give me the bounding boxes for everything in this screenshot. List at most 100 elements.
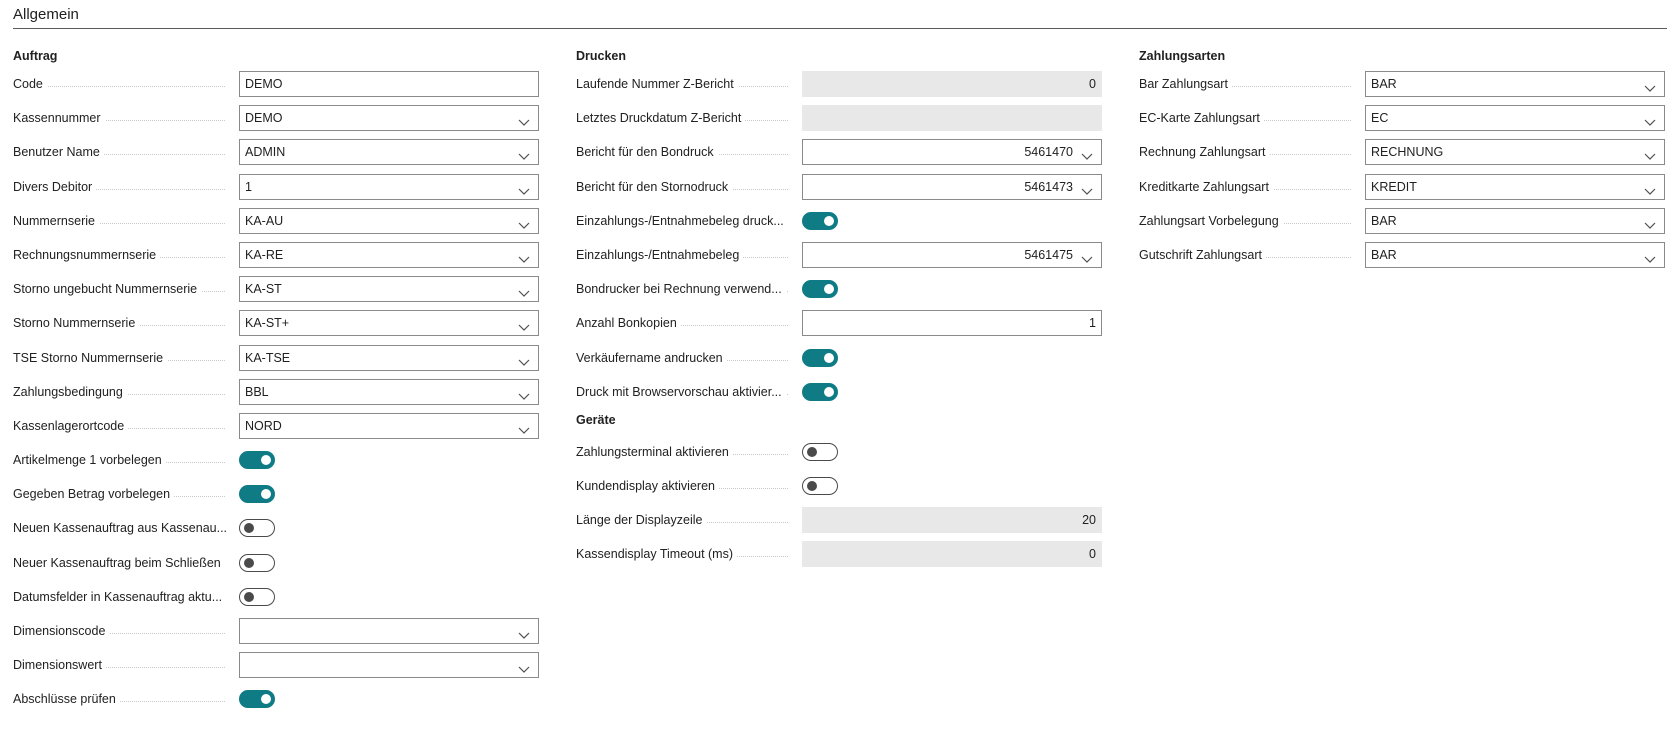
field-label[interactable]: Einzahlungs-/Entnahmebeleg: [576, 246, 798, 264]
gegeben-betrag-vorbelegen-toggle[interactable]: [239, 485, 275, 504]
field-label[interactable]: Zahlungsart Vorbelegung: [1139, 212, 1361, 230]
druck-mit-browservorschau-aktivier-toggle[interactable]: [802, 382, 838, 401]
chevron-down-icon[interactable]: [518, 249, 530, 263]
chevron-down-icon[interactable]: [518, 146, 530, 161]
kassenlagerortcode-select[interactable]: NORD: [239, 412, 539, 439]
bericht-fuer-den-bondruck-select[interactable]: 5461470: [802, 139, 1102, 166]
group-title-auftrag[interactable]: Auftrag: [13, 46, 57, 66]
field-label[interactable]: Storno ungebucht Nummernserie: [13, 280, 235, 298]
chevron-down-icon[interactable]: [518, 215, 530, 229]
chevron-down-icon[interactable]: [1644, 215, 1656, 229]
divers-debitor-select[interactable]: 1: [239, 173, 539, 200]
rechnungsnummernserie-select[interactable]: KA-RE: [239, 241, 539, 268]
chevron-down-icon[interactable]: [1644, 181, 1656, 195]
field-label[interactable]: Gegeben Betrag vorbelegen: [13, 485, 235, 503]
field-label[interactable]: Dimensionscode: [13, 622, 235, 640]
section-title[interactable]: Allgemein: [13, 6, 79, 23]
chevron-down-icon[interactable]: [1081, 181, 1093, 195]
nummernserie-select[interactable]: KA-AU: [239, 207, 539, 234]
bar-zahlungsart-select[interactable]: BAR: [1365, 71, 1665, 97]
field-label[interactable]: Kassenlagerortcode: [13, 417, 235, 435]
bericht-fuer-den-stornodruck-select[interactable]: 5461473: [802, 173, 1102, 200]
chevron-down-icon[interactable]: [518, 420, 530, 434]
chevron-down-icon[interactable]: [1644, 112, 1656, 127]
field-label[interactable]: Druck mit Browservorschau aktivier...: [576, 383, 798, 401]
artikelmenge-1-vorbelegen-toggle[interactable]: [239, 451, 275, 470]
field-label[interactable]: Zahlungsterminal aktivieren: [576, 443, 798, 461]
field-label[interactable]: Bondrucker bei Rechnung verwend...: [576, 280, 798, 298]
kassennummer-select[interactable]: DEMO: [239, 105, 539, 132]
kreditkarte-zahlungsart-select[interactable]: KREDIT: [1365, 173, 1665, 200]
field-label[interactable]: Letztes Druckdatum Z-Bericht: [576, 109, 798, 127]
field-label[interactable]: Einzahlungs-/Entnahmebeleg druck...: [576, 212, 798, 230]
chevron-down-icon[interactable]: [1644, 249, 1656, 263]
chevron-down-icon[interactable]: [1081, 249, 1093, 263]
dimensionswert-select[interactable]: [239, 652, 539, 679]
storno-nummernserie-select[interactable]: KA-ST+: [239, 310, 539, 337]
field-label[interactable]: Länge der Displayzeile: [576, 511, 798, 529]
field-label[interactable]: Nummernserie: [13, 212, 235, 230]
dimensionscode-select[interactable]: [239, 618, 539, 644]
field-label[interactable]: Bar Zahlungsart: [1139, 75, 1361, 93]
code-input[interactable]: DEMO: [239, 71, 539, 97]
field-label[interactable]: Storno Nummernserie: [13, 314, 235, 332]
bondrucker-bei-rechnung-verwend-toggle[interactable]: [802, 280, 838, 299]
chevron-down-icon[interactable]: [518, 352, 530, 366]
field-label[interactable]: Anzahl Bonkopien: [576, 314, 798, 332]
field-label[interactable]: Rechnungsnummernserie: [13, 246, 235, 264]
field-label[interactable]: Gutschrift Zahlungsart: [1139, 246, 1361, 264]
field-label[interactable]: Neuer Kassenauftrag beim Schließen: [13, 554, 235, 572]
chevron-down-icon[interactable]: [1644, 78, 1656, 92]
field-label[interactable]: Laufende Nummer Z-Bericht: [576, 75, 798, 93]
neuen-kassenauftrag-aus-kassenau-toggle[interactable]: [239, 519, 275, 538]
chevron-down-icon[interactable]: [518, 181, 530, 195]
zahlungsterminal-aktivieren-toggle[interactable]: [802, 442, 838, 461]
kundendisplay-aktivieren-toggle[interactable]: [802, 477, 838, 496]
chevron-down-icon[interactable]: [518, 317, 530, 332]
field-label[interactable]: Verkäufername andrucken: [576, 349, 798, 367]
chevron-down-icon[interactable]: [518, 659, 530, 674]
field-label[interactable]: Bericht für den Bondruck: [576, 143, 798, 161]
field-label[interactable]: EC-Karte Zahlungsart: [1139, 109, 1361, 127]
einzahlungs-entnahmebeleg-select[interactable]: 5461475: [802, 241, 1102, 268]
field-label[interactable]: Artikelmenge 1 vorbelegen: [13, 451, 235, 469]
chevron-down-icon[interactable]: [518, 112, 530, 127]
verkaeufername-andrucken-toggle[interactable]: [802, 348, 838, 367]
field-label[interactable]: Kreditkarte Zahlungsart: [1139, 178, 1361, 196]
field-label[interactable]: Bericht für den Stornodruck: [576, 178, 798, 196]
chevron-down-icon[interactable]: [1081, 146, 1093, 161]
field-label[interactable]: Kassennummer: [13, 109, 235, 127]
datumsfelder-in-kassenauftrag-aktu-toggle[interactable]: [239, 587, 275, 606]
tse-storno-nummernserie-select[interactable]: KA-TSE: [239, 344, 539, 371]
chevron-down-icon[interactable]: [518, 386, 530, 400]
field-label[interactable]: TSE Storno Nummernserie: [13, 349, 235, 367]
field-label[interactable]: Code: [13, 75, 235, 93]
group-title-drucken[interactable]: Drucken: [576, 46, 626, 66]
einzahlungs-entnahmebeleg-druck-toggle[interactable]: [802, 211, 838, 230]
abschluesse-pruefen-toggle[interactable]: [239, 690, 275, 709]
ec-karte-zahlungsart-select[interactable]: EC: [1365, 105, 1665, 132]
chevron-down-icon[interactable]: [518, 283, 530, 297]
field-label[interactable]: Zahlungsbedingung: [13, 383, 235, 401]
zahlungsbedingung-select[interactable]: BBL: [239, 378, 539, 405]
group-title-zahlungsarten[interactable]: Zahlungsarten: [1139, 46, 1225, 66]
benutzer-name-select[interactable]: ADMIN: [239, 139, 539, 166]
field-label[interactable]: Divers Debitor: [13, 178, 235, 196]
zahlungsart-vorbelegung-select[interactable]: BAR: [1365, 207, 1665, 234]
rechnung-zahlungsart-select[interactable]: RECHNUNG: [1365, 139, 1665, 166]
field-label[interactable]: Neuen Kassenauftrag aus Kassenau...: [13, 519, 235, 537]
field-label[interactable]: Benutzer Name: [13, 143, 235, 161]
field-label[interactable]: Dimensionswert: [13, 656, 235, 674]
anzahl-bonkopien-input[interactable]: 1: [802, 310, 1102, 337]
field-label[interactable]: Abschlüsse prüfen: [13, 690, 235, 708]
field-label[interactable]: Kundendisplay aktivieren: [576, 477, 798, 495]
storno-ungebucht-nummernserie-select[interactable]: KA-ST: [239, 276, 539, 303]
field-label[interactable]: Datumsfelder in Kassenauftrag aktu...: [13, 588, 235, 606]
group-title-geraete[interactable]: Geräte: [576, 410, 626, 430]
chevron-down-icon[interactable]: [518, 625, 530, 639]
field-label[interactable]: Rechnung Zahlungsart: [1139, 143, 1361, 161]
field-label[interactable]: Kassendisplay Timeout (ms): [576, 545, 798, 563]
chevron-down-icon[interactable]: [1644, 146, 1656, 161]
gutschrift-zahlungsart-select[interactable]: BAR: [1365, 241, 1665, 268]
neuer-kassenauftrag-beim-schliessen-toggle[interactable]: [239, 553, 275, 572]
